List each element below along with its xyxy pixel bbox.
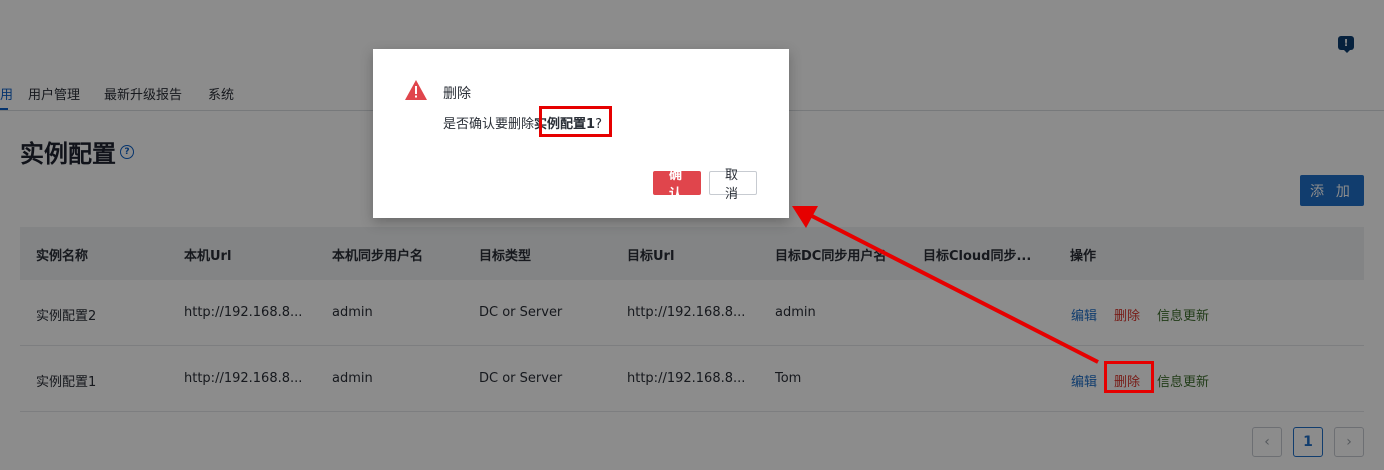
annotation-arrow xyxy=(792,206,1099,364)
